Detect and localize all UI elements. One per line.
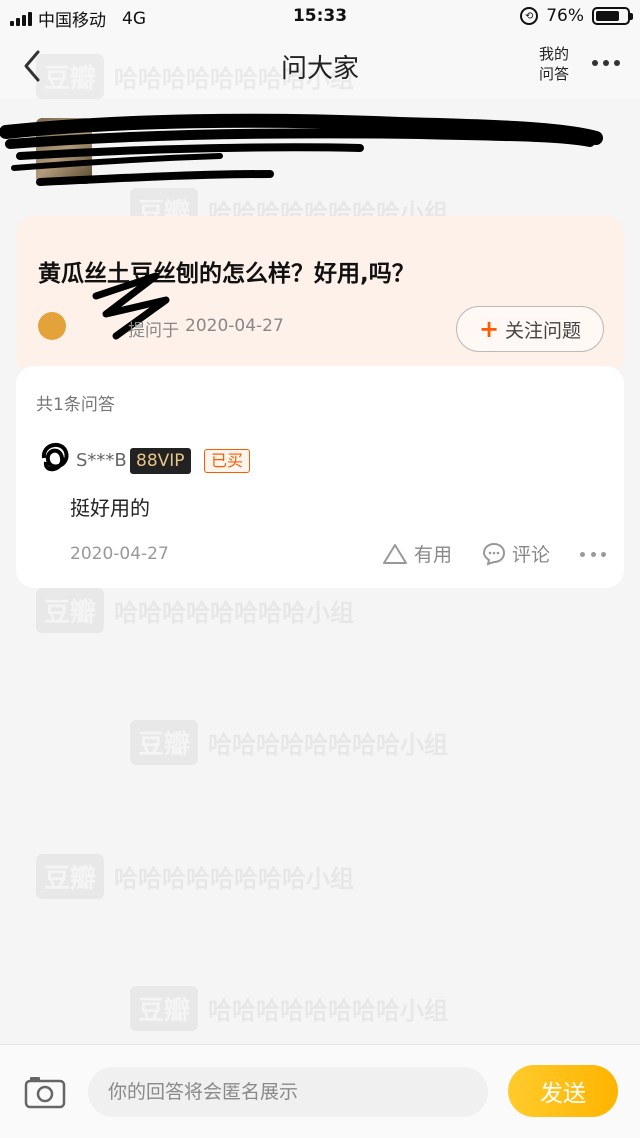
asked-prefix: 提问于 [128,321,179,341]
more-dots-icon[interactable] [580,552,606,557]
orientation-lock-icon: ⟲ [520,7,539,25]
asker-avatar [38,312,66,340]
comment-button[interactable]: 评论 [482,540,550,567]
comment-icon [482,542,506,566]
useful-button[interactable]: 有用 [382,540,452,567]
answerer-avatar [41,442,69,472]
comment-label: 评论 [512,544,551,566]
asked-on: 提问于 2020-04-27 [128,316,284,341]
answer-count: 共1条问答 [36,395,115,415]
watermark: 豆瓣哈哈哈哈哈哈哈哈小组 [130,986,448,1031]
watermark: 豆瓣哈哈哈哈哈哈哈哈小组 [36,588,354,633]
battery-percent: 76% [546,6,584,26]
my-answers-link[interactable]: 我的问答 [534,44,574,84]
follow-label: 关注问题 [505,319,582,342]
asked-date: 2020-04-27 [185,316,284,336]
answer-date: 2020-04-27 [70,544,169,564]
question-card: 黄瓜丝土豆丝刨的怎么样？好用,吗？ 提问于 2020-04-27 + 关注问题 [16,216,624,376]
triangle-icon [383,543,407,564]
watermark: 豆瓣哈哈哈哈哈哈哈哈小组 [130,720,448,765]
follow-question-button[interactable]: + 关注问题 [456,306,604,352]
answer-bar: 发送 [0,1044,640,1138]
battery-icon [592,7,633,25]
status-bar: 中国移动 4G 15:33 ⟲ 76% [0,0,640,34]
answer-input[interactable] [88,1067,488,1117]
status-right: ⟲ 76% [520,6,633,26]
answerer-name: S***B [76,450,127,471]
useful-label: 有用 [414,544,453,566]
vip-badge: 88VIP [130,448,191,474]
redaction-scribble [0,113,603,186]
bought-badge: 已买 [204,449,251,473]
more-dots-icon[interactable] [592,58,620,68]
send-button[interactable]: 发送 [508,1065,618,1117]
battery-fill [596,11,619,21]
camera-icon[interactable] [24,1075,66,1109]
plus-icon: + [478,315,500,343]
watermark: 豆瓣哈哈哈哈哈哈哈哈小组 [36,854,354,899]
product-header[interactable] [0,98,640,210]
answer-text: 挺好用的 [70,496,150,520]
navigation-bar: 问大家 我的问答 [0,34,640,98]
answers-card: 共1条问答 S***B 88VIP 已买 挺好用的 2020-04-27 有用 … [16,366,624,588]
